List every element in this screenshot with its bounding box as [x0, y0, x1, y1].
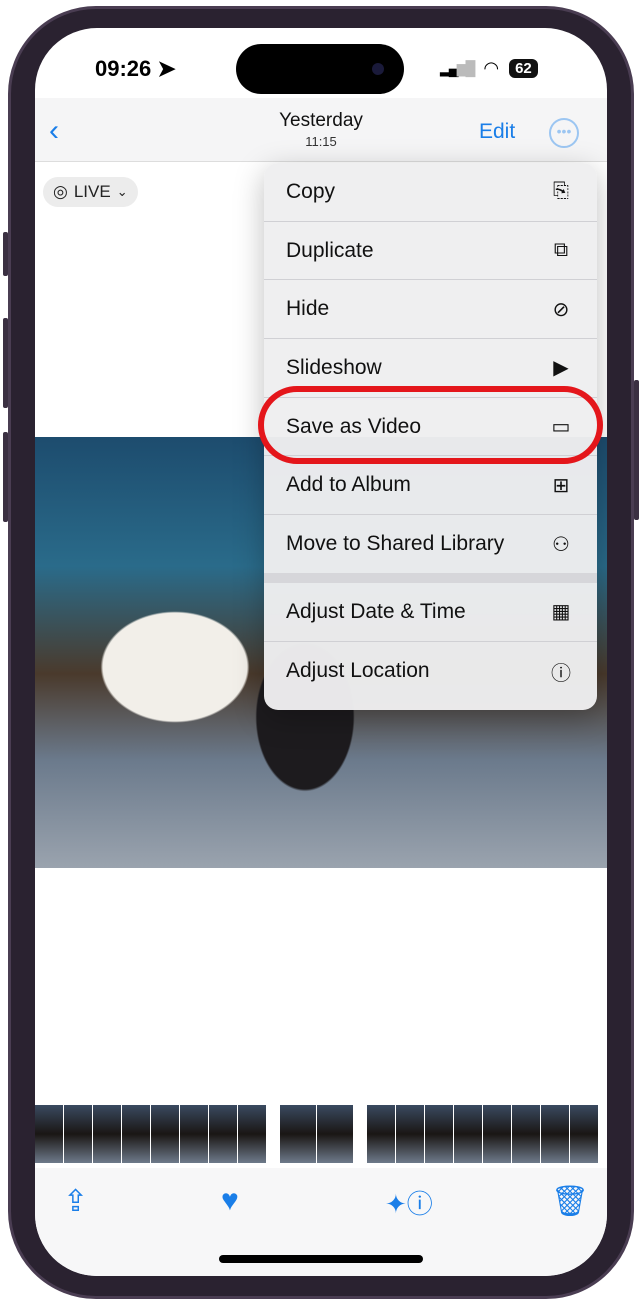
thumbnail[interactable]: [238, 1105, 266, 1163]
camera-dot: [372, 63, 384, 75]
menu-item-label: Slideshow: [286, 355, 382, 379]
thumbnail[interactable]: [425, 1105, 453, 1163]
more-ellipsis-icon[interactable]: •••: [549, 118, 579, 148]
live-icon: ◎: [53, 182, 68, 201]
thumbnail[interactable]: [267, 1105, 279, 1163]
thumbnail[interactable]: [209, 1105, 237, 1163]
thumbnail[interactable]: [454, 1105, 482, 1163]
thumbnail[interactable]: [280, 1105, 316, 1163]
signal-icon: ▂▄▆█: [440, 60, 475, 76]
info-sparkle-icon[interactable]: ✦ⓘ: [385, 1184, 433, 1221]
thumbnail[interactable]: [317, 1105, 353, 1163]
share-icon[interactable]: ⇪: [63, 1184, 88, 1219]
menu-item-label: Duplicate: [286, 238, 374, 262]
chevron-down-icon: ⌄: [116, 184, 128, 199]
play-rectangle-icon: ▶: [553, 357, 569, 380]
thumbnail[interactable]: [354, 1105, 366, 1163]
nav-title: Yesterday: [279, 110, 363, 131]
add-album-icon: ⊞: [552, 474, 570, 497]
menu-item-copy[interactable]: Copy ⎘: [264, 163, 597, 222]
dynamic-island: [236, 44, 404, 94]
menu-item-move-to-shared-library[interactable]: Move to Shared Library ⚇: [264, 515, 597, 584]
menu-item-hide[interactable]: Hide ⊘: [264, 280, 597, 340]
heart-icon[interactable]: ♥: [221, 1184, 239, 1218]
wifi-icon: ◠: [483, 58, 500, 78]
nav-subtitle: 11:15: [305, 134, 337, 149]
thumbnail[interactable]: [541, 1105, 569, 1163]
edit-button[interactable]: Edit: [479, 120, 515, 144]
menu-item-label: Adjust Date & Time: [286, 599, 466, 623]
nav-bar: ‹ Yesterday 11:15 Edit •••: [35, 98, 607, 162]
duplicate-icon: ⧉: [553, 239, 569, 262]
eye-slash-icon: ⊘: [552, 298, 570, 321]
trash-icon[interactable]: 🗑: [551, 1184, 589, 1219]
menu-item-add-to-album[interactable]: Add to Album ⊞: [264, 456, 597, 516]
calendar-clock-icon: ▦: [551, 601, 571, 624]
thumbnail[interactable]: [64, 1105, 92, 1163]
location-info-icon: ⓘ: [551, 662, 571, 685]
menu-item-label: Move to Shared Library: [286, 532, 505, 556]
volume-down-button: [3, 432, 8, 522]
thumbnail[interactable]: [367, 1105, 395, 1163]
power-button: [634, 380, 639, 520]
menu-item-label: Hide: [286, 297, 330, 321]
thumbnail[interactable]: [122, 1105, 150, 1163]
copy-icon: ⎘: [553, 180, 569, 203]
thumbnail[interactable]: [512, 1105, 540, 1163]
thumbnail[interactable]: [93, 1105, 121, 1163]
menu-item-label: Add to Album: [286, 473, 411, 497]
menu-item-label: Adjust Location: [286, 659, 430, 683]
volume-up-button: [3, 318, 8, 408]
people-icon: ⚇: [552, 533, 570, 556]
menu-item-adjust-location[interactable]: Adjust Location ⓘ: [264, 642, 597, 701]
thumbnail-strip[interactable]: [35, 1105, 607, 1163]
status-time: 09:26 ➤: [95, 56, 176, 82]
action-button: [3, 232, 8, 276]
thumbnail[interactable]: [35, 1105, 63, 1163]
time-text: 09:26: [95, 56, 152, 81]
location-arrow-icon: ➤: [157, 56, 176, 81]
menu-item-duplicate[interactable]: Duplicate ⧉: [264, 222, 597, 281]
home-indicator: [219, 1255, 423, 1263]
thumbnail[interactable]: [151, 1105, 179, 1163]
thumbnail[interactable]: [180, 1105, 208, 1163]
screen: 09:26 ➤ ▂▄▆█ ◠ 62 ‹ Yesterday 11:15 Edit…: [35, 28, 607, 1276]
thumbnail[interactable]: [570, 1105, 598, 1163]
live-label: LIVE: [73, 182, 111, 201]
highlight-circle: [258, 386, 603, 464]
status-icons: ▂▄▆█ ◠ 62: [440, 58, 538, 79]
thumbnail[interactable]: [483, 1105, 511, 1163]
live-button[interactable]: ◎ LIVE ⌄: [43, 177, 138, 207]
battery-icon: 62: [509, 59, 538, 78]
menu-item-adjust-date-time[interactable]: Adjust Date & Time ▦: [264, 583, 597, 642]
menu-item-label: Copy: [286, 179, 336, 203]
thumbnail[interactable]: [396, 1105, 424, 1163]
